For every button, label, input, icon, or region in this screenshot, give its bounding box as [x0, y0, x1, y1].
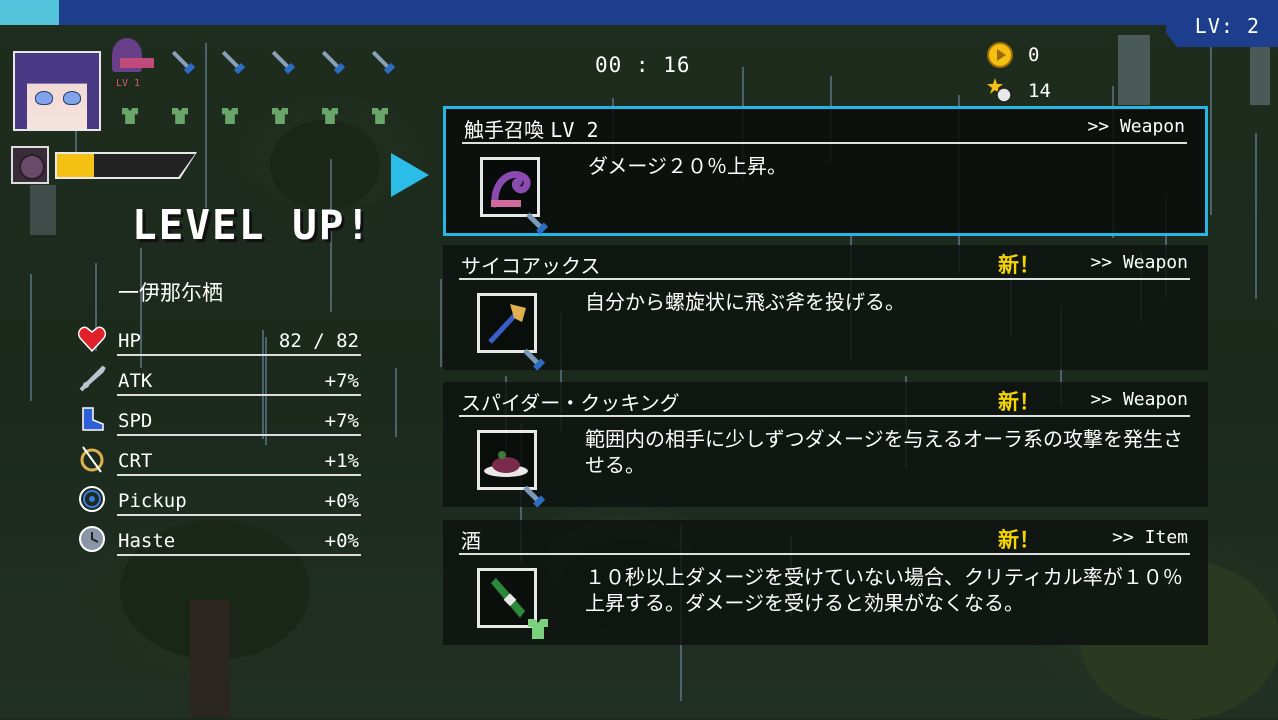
rain-streak [440, 279, 442, 367]
stat-name: CRT [118, 450, 153, 472]
rain-streak [395, 368, 397, 437]
stat-name: Pickup [118, 490, 187, 512]
new-badge: 新！ [998, 390, 1040, 414]
option-description: １０秒以上ダメージを受けていない場合、クリティカル率が１０％上昇する。ダメージを… [585, 565, 1183, 615]
option-level: LV 2 [550, 118, 599, 142]
stat-value: +7% [324, 410, 359, 432]
stat-name: HP [118, 330, 141, 352]
kill-count: 14 [1028, 80, 1051, 102]
selection-pointer-icon [391, 153, 429, 197]
new-badge: 新！ [998, 253, 1040, 277]
upgrade-option-3[interactable]: スパイダー・クッキング 新！ >> Weapon 範囲内の相手に少しずつダメージ… [443, 382, 1208, 507]
level-up-heading: LEVEL UP! [132, 201, 373, 249]
stat-value: +0% [324, 490, 359, 512]
stat-value: +7% [324, 370, 359, 392]
stat-row-pickup: Pickup +0% [75, 482, 361, 518]
magnet-icon [79, 486, 105, 512]
upgrade-option-4[interactable]: 酒 新！ >> Item １０秒以上ダメージを受けていない場合、クリティカル率が… [443, 520, 1208, 645]
stat-value: +0% [324, 530, 359, 552]
sword-icon [79, 365, 106, 392]
rain-streak [30, 274, 32, 401]
stat-row-hp: HP 82 / 82 [75, 322, 361, 358]
option-kind: >> Weapon [1090, 389, 1188, 410]
crit-icon [80, 446, 104, 473]
boot-icon [82, 407, 104, 431]
tentacle-icon [480, 157, 544, 231]
coin-icon [987, 42, 1013, 68]
new-badge: 新！ [998, 528, 1040, 552]
stat-value: 82 / 82 [278, 330, 359, 352]
character-name: 一伊那尓栖 [118, 281, 223, 305]
stat-row-crt: CRT +1% [75, 442, 361, 478]
stat-row-atk: ATK +7% [75, 362, 361, 398]
spider-dish-icon [477, 430, 541, 504]
stat-name: SPD [118, 410, 153, 432]
player-level-tab: LV: 2 [1166, 0, 1278, 47]
clock-icon [79, 526, 105, 552]
option-description: ダメージ２０％上昇。 [588, 154, 787, 178]
weapon-level-label: LV 1 [116, 78, 141, 89]
rain-streak [1210, 44, 1212, 215]
stat-name: Haste [118, 530, 176, 552]
option-description: 自分から螺旋状に飛ぶ斧を投げる。 [585, 290, 905, 314]
kill-count-icon [987, 78, 1012, 103]
game-timer: 00 : 16 [595, 53, 691, 77]
player-level-label: LV: 2 [1194, 14, 1260, 38]
upgrade-option-2[interactable]: サイコアックス 新！ >> Weapon 自分から螺旋状に飛ぶ斧を投げる。 [443, 245, 1208, 370]
health-bar-fill [57, 154, 95, 177]
rain-streak [205, 43, 207, 208]
option-description: 範囲内の相手に少しずつダメージを与えるオーラ系の攻撃を発生させる。 [585, 427, 1183, 477]
experience-bar [0, 0, 1278, 25]
experience-bar-fill [0, 0, 59, 25]
stat-name: ATK [118, 370, 153, 392]
option-title: 触手召喚 LV 2 [464, 118, 599, 142]
stat-row-haste: Haste +0% [75, 522, 361, 558]
stat-value: +1% [324, 450, 359, 472]
stat-row-spd: SPD +7% [75, 402, 361, 438]
coin-count: 0 [1028, 44, 1040, 66]
upgrade-option-1[interactable]: 触手召喚 LV 2 >> Weapon ダメージ２０％上昇。 [443, 106, 1208, 236]
option-title: 酒 [461, 529, 481, 553]
sake-bottle-icon [477, 568, 548, 639]
rain-streak [1255, 133, 1257, 299]
option-kind: >> Item [1112, 527, 1188, 548]
option-kind: >> Weapon [1090, 252, 1188, 273]
status-orb-icon [11, 146, 49, 184]
option-kind: >> Weapon [1087, 116, 1185, 137]
character-portrait [13, 51, 101, 131]
health-bar [55, 152, 197, 179]
option-title: サイコアックス [461, 254, 601, 278]
heart-icon [77, 326, 107, 353]
option-title: スパイダー・クッキング [461, 391, 680, 415]
axe-icon [477, 293, 541, 367]
